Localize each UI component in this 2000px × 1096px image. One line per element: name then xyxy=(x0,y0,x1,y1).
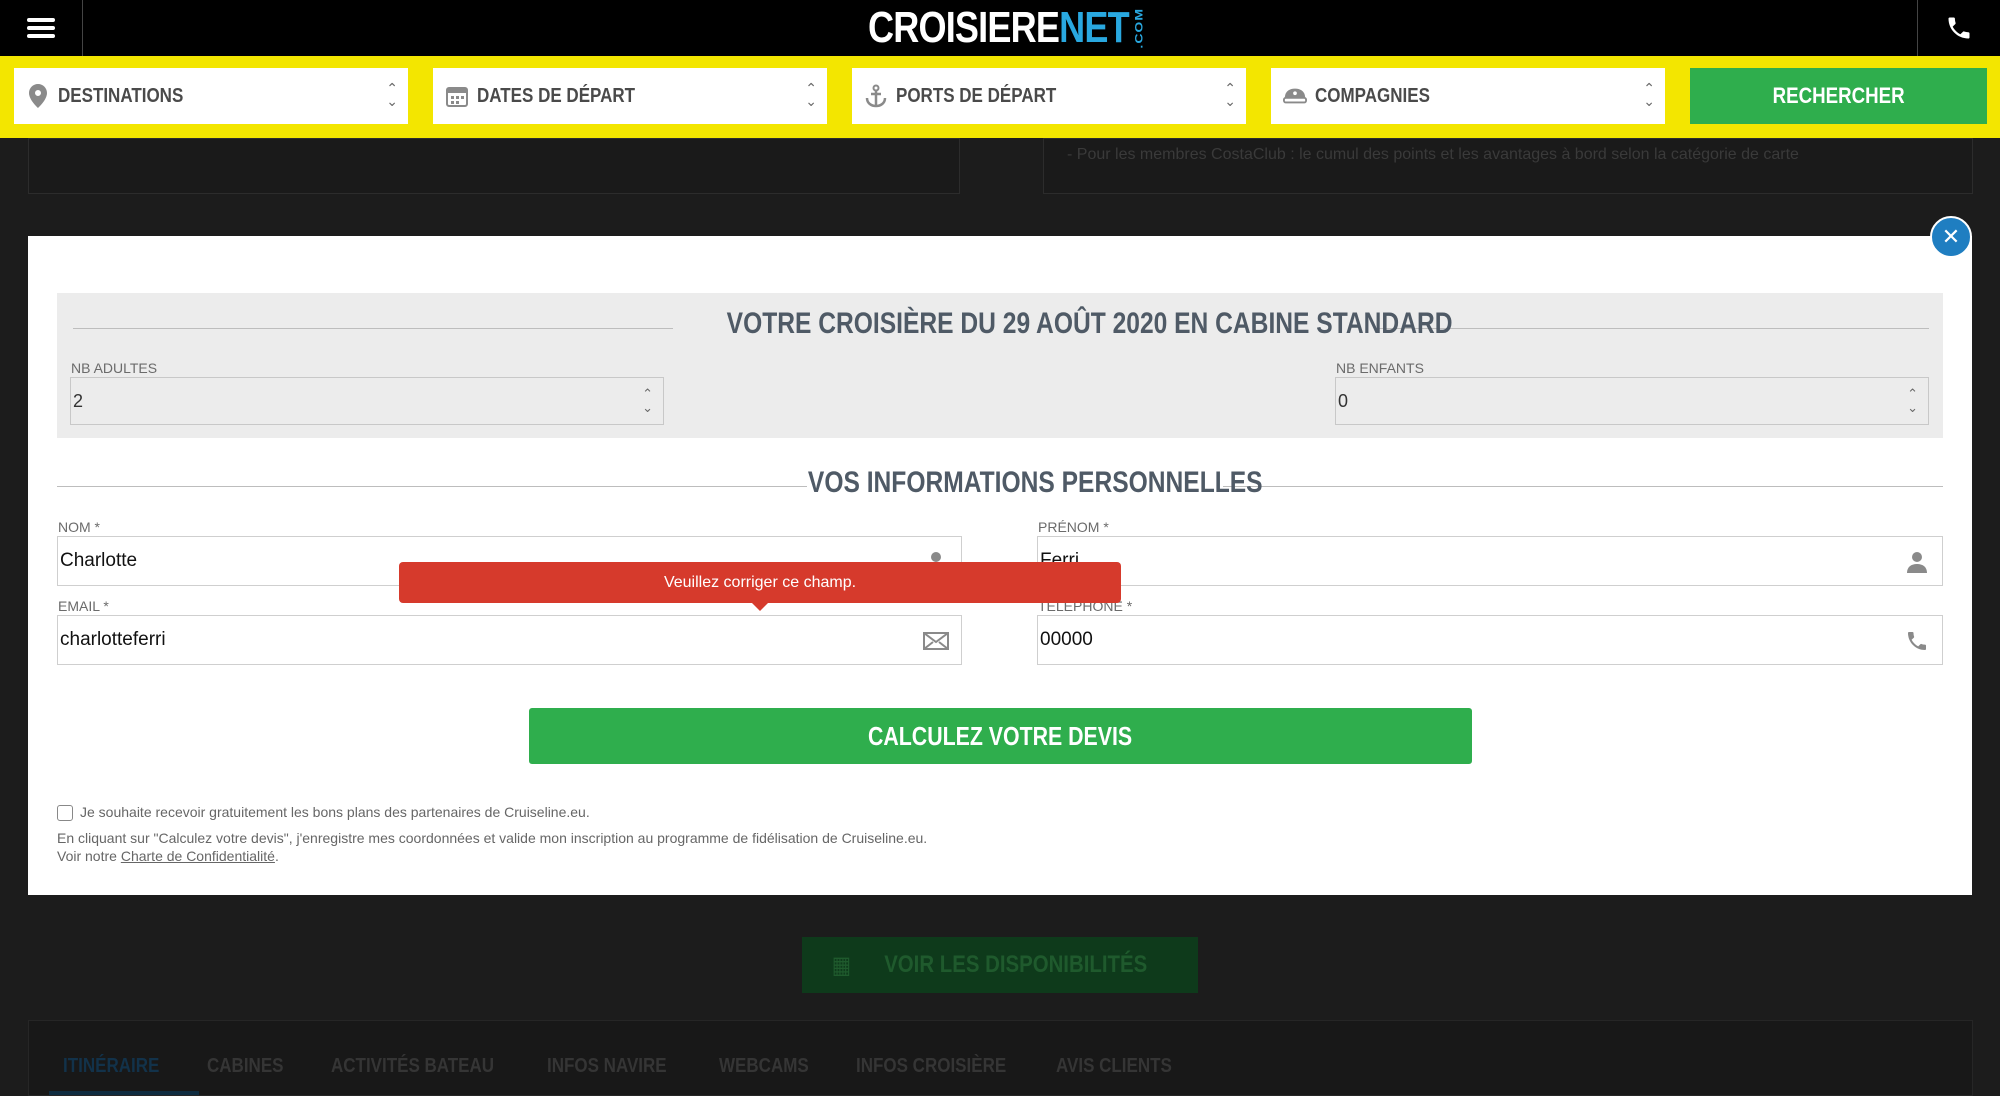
destinations-select[interactable]: DESTINATIONS ⌃ ⌄ xyxy=(14,68,408,124)
calculate-quote-button[interactable]: CALCULEZ VOTRE DEVIS xyxy=(529,708,1472,764)
cruise-title: VOTRE CROISIÈRE DU 29 AOÛT 2020 EN CABIN… xyxy=(726,307,1453,340)
nom-label: NOM * xyxy=(58,519,100,535)
error-tooltip: Veuillez corriger ce champ. xyxy=(399,562,1121,611)
phone-icon xyxy=(1904,628,1930,654)
children-input[interactable]: 0 ⌃ ⌄ xyxy=(1335,377,1929,425)
captain-hat-icon xyxy=(1283,83,1307,109)
phone-button[interactable] xyxy=(1917,0,2000,56)
adults-input[interactable]: 2 ⌃ ⌄ xyxy=(70,377,664,425)
tab-itineraire: ITINÉRAIRE xyxy=(63,1055,160,1077)
legal-text: En cliquant sur "Calculez votre devis", … xyxy=(57,830,928,846)
phone-input[interactable]: 00000 xyxy=(1037,615,1943,665)
updown-arrows-icon: ⌃ ⌄ xyxy=(386,80,398,109)
tab-cabines: CABINES xyxy=(207,1055,284,1077)
stepper-arrows-icon[interactable]: ⌃ ⌄ xyxy=(1907,387,1918,415)
site-logo[interactable]: CROISIERE NET .COM xyxy=(868,3,1145,52)
tab-activites: ACTIVITÉS BATEAU xyxy=(331,1055,495,1077)
tab-infos-navire: INFOS NAVIRE xyxy=(547,1055,667,1077)
search-button[interactable]: RECHERCHER xyxy=(1690,68,1987,124)
adults-label: NB ADULTES xyxy=(71,360,158,376)
menu-button[interactable] xyxy=(0,0,83,56)
hamburger-icon xyxy=(27,14,55,42)
updown-arrows-icon: ⌃ ⌄ xyxy=(1224,80,1236,109)
updown-arrows-icon: ⌃ ⌄ xyxy=(1643,80,1655,109)
children-label: NB ENFANTS xyxy=(1336,360,1424,376)
close-icon: ✕ xyxy=(1941,224,1961,249)
privacy-line: Voir notre Charte de Confidentialité. xyxy=(57,848,279,864)
divider xyxy=(1377,328,1929,329)
personal-info-title: VOS INFORMATIONS PERSONNELLES xyxy=(807,466,1263,499)
background-card-text: - Pour les membres CostaClub : le cumul … xyxy=(1067,146,1799,163)
divider xyxy=(1223,486,1943,487)
stepper-arrows-icon[interactable]: ⌃ ⌄ xyxy=(642,387,653,415)
envelope-icon xyxy=(923,628,949,654)
privacy-policy-link[interactable]: Charte de Confidentialité xyxy=(121,848,275,864)
phone-icon xyxy=(1948,17,1970,39)
partner-optin-label[interactable]: Je souhaite recevoir gratuitement les bo… xyxy=(80,804,590,820)
partner-optin-checkbox[interactable] xyxy=(57,805,73,821)
tab-active-indicator xyxy=(49,1091,199,1095)
top-header: CROISIERE NET .COM xyxy=(0,0,2000,56)
cruise-summary-box: VOTRE CROISIÈRE DU 29 AOÛT 2020 EN CABIN… xyxy=(57,293,1943,438)
search-bar: DESTINATIONS ⌃ ⌄ DATES DE DÉPART ⌃ ⌄ PORTS… xyxy=(0,56,2000,138)
email-input[interactable]: charlotteferri xyxy=(57,615,962,665)
background-card-left xyxy=(28,138,960,194)
quote-modal: VOTRE CROISIÈRE DU 29 AOÛT 2020 EN CABIN… xyxy=(28,236,1972,895)
ports-select[interactable]: PORTS DE DÉPART ⌃ ⌄ xyxy=(852,68,1246,124)
updown-arrows-icon: ⌃ ⌄ xyxy=(805,80,817,109)
background-tabs: ITINÉRAIRE CABINES ACTIVITÉS BATEAU INFO… xyxy=(28,1020,1973,1096)
divider xyxy=(73,328,673,329)
prenom-label: PRÉNOM * xyxy=(1038,519,1109,535)
prenom-input[interactable]: Ferri xyxy=(1037,536,1943,586)
tab-webcams: WEBCAMS xyxy=(719,1055,809,1077)
email-label: EMAIL * xyxy=(58,598,109,614)
user-icon xyxy=(1904,549,1930,575)
availability-button: ▦ VOIR LES DISPONIBILITÉS xyxy=(802,937,1198,993)
close-modal-button[interactable]: ✕ xyxy=(1930,216,1972,258)
dates-select[interactable]: DATES DE DÉPART ⌃ ⌄ xyxy=(433,68,827,124)
companies-select[interactable]: COMPAGNIES ⌃ ⌄ xyxy=(1271,68,1665,124)
map-pin-icon xyxy=(26,83,50,109)
anchor-icon xyxy=(864,83,888,109)
calendar-icon: ▦ xyxy=(831,951,851,979)
divider xyxy=(57,486,807,487)
calendar-icon xyxy=(445,83,469,109)
tab-infos-croisiere: INFOS CROISIÈRE xyxy=(856,1055,1007,1077)
tab-avis-clients: AVIS CLIENTS xyxy=(1056,1055,1172,1077)
